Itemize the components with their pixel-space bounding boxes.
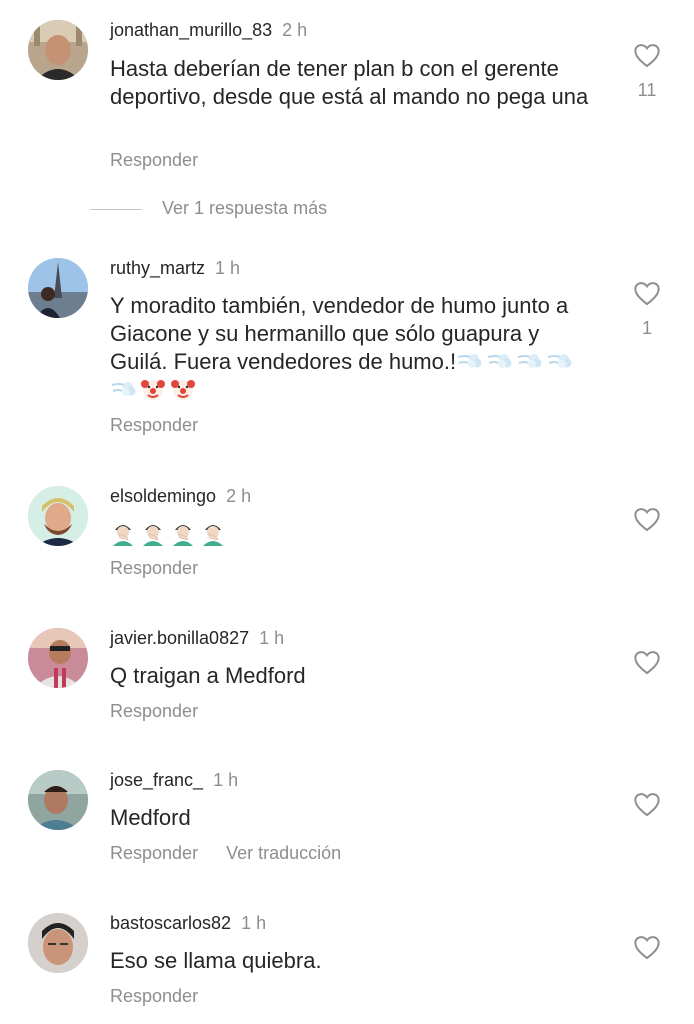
dash-emoji <box>486 348 512 374</box>
comment-time: 1 h <box>259 628 285 648</box>
dash-emoji <box>546 348 572 374</box>
like-count: 1 <box>641 318 652 338</box>
heart-icon <box>634 936 660 960</box>
comment-text: Hasta deberían de tener plan b con el ge… <box>110 56 589 109</box>
comment-username[interactable]: ruthy_martz <box>110 258 205 278</box>
like-button[interactable] <box>632 649 662 675</box>
facepalm-emoji <box>170 520 196 546</box>
heart-icon <box>634 651 660 675</box>
reply-button[interactable]: Responder <box>110 701 198 721</box>
heart-icon <box>634 282 660 306</box>
reply-button[interactable]: Responder <box>110 415 198 435</box>
comment-body: Y moradito también, vendedor de humo jun… <box>110 292 590 404</box>
facepalm-emoji <box>140 520 166 546</box>
comments-list: jonathan_murillo_83 2 h Hasta deberían de… <box>0 0 694 1024</box>
comment-text: Medford <box>110 805 191 830</box>
comment-username[interactable]: elsoldemingo <box>110 486 216 506</box>
comment-time: 1 h <box>213 770 239 790</box>
like-button[interactable] <box>632 934 662 960</box>
comment-time: 2 h <box>226 486 252 506</box>
clown-emoji <box>170 376 196 402</box>
see-translation-button[interactable]: Ver traducción <box>226 843 341 863</box>
comment-username[interactable]: jonathan_murillo_83 <box>110 20 272 40</box>
comment-body <box>110 520 590 548</box>
reply-button[interactable]: Responder <box>110 150 198 170</box>
avatar[interactable] <box>28 258 88 318</box>
heart-icon <box>634 508 660 532</box>
comment-time: 1 h <box>241 913 267 933</box>
reply-button[interactable]: Responder <box>110 558 198 578</box>
comment-text: Eso se llama quiebra. <box>110 948 322 973</box>
view-more-replies-label: Ver 1 respuesta más <box>162 198 328 218</box>
facepalm-emoji <box>200 520 226 546</box>
heart-icon <box>634 793 660 817</box>
reply-button[interactable]: Responder <box>110 986 198 1006</box>
like-button[interactable] <box>632 280 662 306</box>
avatar[interactable] <box>28 486 88 546</box>
heart-icon <box>634 44 660 68</box>
like-button[interactable] <box>632 42 662 68</box>
comment-username[interactable]: jose_franc_ <box>110 770 203 790</box>
dash-emoji <box>516 348 542 374</box>
facepalm-emoji <box>110 520 136 546</box>
comment-time: 2 h <box>282 20 308 40</box>
emoji-group <box>110 521 230 546</box>
comment-text: Q traigan a Medford <box>110 663 306 688</box>
view-more-replies[interactable]: Ver 1 respuesta más <box>90 198 327 220</box>
comment-username[interactable]: javier.bonilla0827 <box>110 628 249 648</box>
replies-divider <box>90 208 142 210</box>
avatar[interactable] <box>28 628 88 688</box>
comment-username[interactable]: bastoscarlos82 <box>110 913 231 933</box>
dash-emoji <box>110 376 136 402</box>
like-count: 11 <box>637 80 657 100</box>
like-button[interactable] <box>632 791 662 817</box>
avatar[interactable] <box>28 20 88 80</box>
clown-emoji <box>140 376 166 402</box>
avatar[interactable] <box>28 770 88 830</box>
like-button[interactable] <box>632 506 662 532</box>
reply-button[interactable]: Responder <box>110 843 198 863</box>
comment-time: 1 h <box>215 258 241 278</box>
dash-emoji <box>456 348 482 374</box>
avatar[interactable] <box>28 913 88 973</box>
